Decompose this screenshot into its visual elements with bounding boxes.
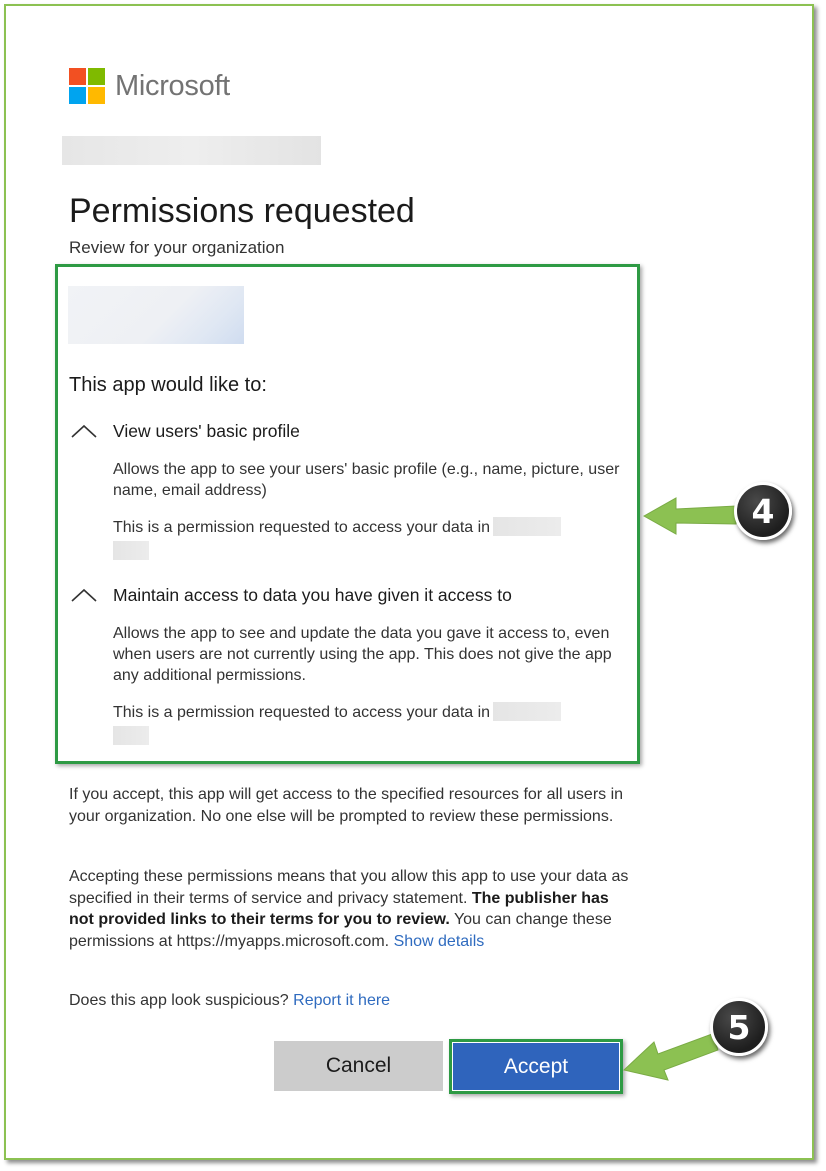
redacted-account-name [62,136,321,165]
suspicious-paragraph: Does this app look suspicious? Report it… [69,992,391,1009]
accept-button-highlight: Accept [449,1039,623,1094]
permission-description: Allows the app to see your users' basic … [113,461,620,499]
permission-note: This is a permission requested to access… [113,702,625,745]
permission-title: View users' basic profile [113,420,300,441]
permissions-panel: This app would like to: View users' basi… [55,264,640,764]
step-badge: 5 [710,998,768,1056]
microsoft-logo: Microsoft [69,68,230,104]
consent-paragraph: If you accept, this app will get access … [69,786,624,825]
redacted-tenant [113,541,149,560]
chevron-up-icon[interactable] [69,584,99,606]
report-link[interactable]: Report it here [293,992,390,1009]
chevron-up-icon[interactable] [69,420,99,442]
redacted-tenant [493,702,562,721]
permission-item: Maintain access to data you have given i… [69,583,629,745]
cancel-button[interactable]: Cancel [274,1041,443,1091]
step-badge: 4 [734,482,792,540]
permission-toggle[interactable]: View users' basic profile [69,419,629,443]
page-title: Permissions requested [69,192,415,230]
brand-name: Microsoft [115,69,230,102]
microsoft-logo-icon [69,68,105,104]
callout-arrow-icon [622,1033,719,1081]
terms-paragraph: Accepting these permissions means that y… [69,868,629,950]
permission-item: View users' basic profile Allows the app… [69,419,629,560]
show-details-link[interactable]: Show details [394,933,485,950]
redacted-tenant [113,726,149,745]
redacted-tenant [493,517,562,536]
accept-button[interactable]: Accept [453,1043,619,1090]
permissions-intro: This app would like to: [69,374,267,396]
permission-title: Maintain access to data you have given i… [113,584,512,605]
permission-note: This is a permission requested to access… [113,517,625,560]
permission-toggle[interactable]: Maintain access to data you have given i… [69,583,629,607]
callout-arrow-icon [642,497,737,535]
page-subtitle: Review for your organization [69,238,285,257]
redacted-app-logo [68,286,244,344]
permission-description: Allows the app to see and update the dat… [113,625,612,684]
